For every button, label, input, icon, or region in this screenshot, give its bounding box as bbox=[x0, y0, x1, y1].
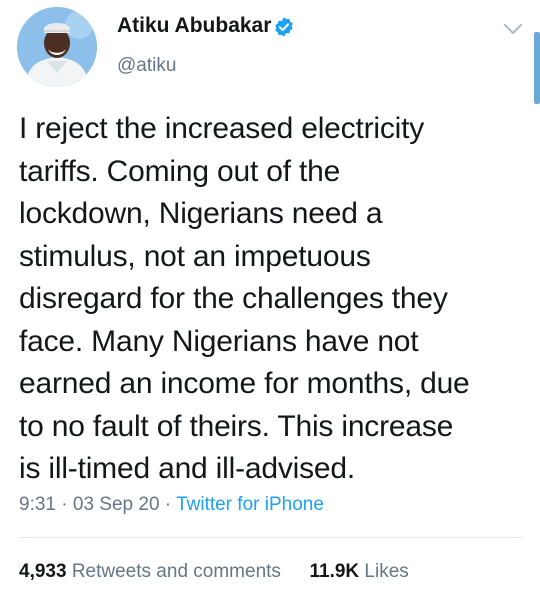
tweet-stats: 4,933 Retweets and comments 11.9K Likes bbox=[19, 561, 409, 583]
tweet-meta: 9:31 · 03 Sep 20 · Twitter for iPhone bbox=[19, 494, 324, 516]
avatar-image bbox=[17, 7, 97, 87]
likes-label: Likes bbox=[364, 561, 409, 582]
retweets-stat[interactable]: 4,933 Retweets and comments bbox=[19, 561, 286, 582]
tweet-card: Atiku Abubakar @atiku I reject the incre… bbox=[0, 0, 540, 596]
tweet-date[interactable]: 03 Sep 20 bbox=[73, 494, 160, 515]
verified-badge-icon bbox=[275, 17, 293, 37]
likes-stat[interactable]: 11.9K Likes bbox=[304, 561, 409, 582]
meta-separator: · bbox=[61, 494, 68, 515]
scroll-indicator[interactable] bbox=[534, 32, 540, 104]
divider bbox=[19, 537, 523, 538]
user-handle[interactable]: @atiku bbox=[117, 55, 176, 77]
meta-separator: · bbox=[164, 494, 172, 515]
avatar[interactable] bbox=[17, 7, 97, 87]
display-name[interactable]: Atiku Abubakar bbox=[117, 14, 271, 38]
likes-count: 11.9K bbox=[309, 561, 360, 582]
tweet-text: I reject the increased electricity tarif… bbox=[19, 112, 470, 485]
retweets-count: 4,933 bbox=[19, 561, 67, 582]
tweet-time[interactable]: 9:31 bbox=[19, 494, 56, 515]
chevron-down-icon[interactable] bbox=[502, 22, 524, 36]
tweet-source-link[interactable]: Twitter for iPhone bbox=[176, 494, 324, 515]
retweets-label: Retweets and comments bbox=[71, 561, 281, 582]
